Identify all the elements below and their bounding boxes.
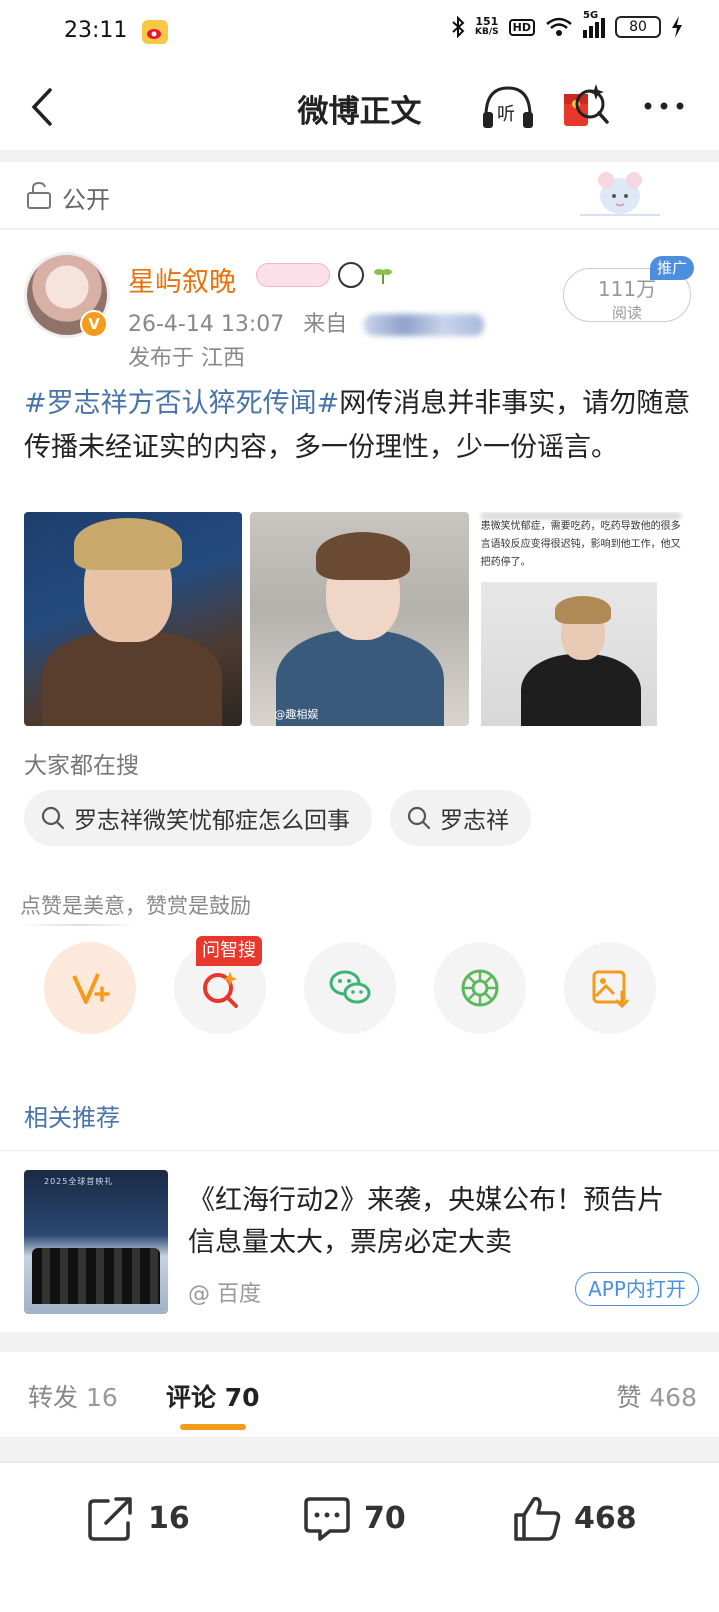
ask-search-icon <box>203 972 238 1008</box>
signal-icon: 5G <box>583 10 605 38</box>
bottom-action-bar: 16 70 468 <box>0 1462 719 1612</box>
comment-count: 70 <box>364 1500 406 1536</box>
post-meta: 26-4-14 13:07 来自 <box>128 306 485 338</box>
listen-icon[interactable]: 听 <box>480 82 536 132</box>
signal-label: 5G <box>583 10 599 21</box>
post-card: V 星屿叙晚 26-4-14 13:07 来自 发布于 江西 111万 阅读 推… <box>0 230 719 1090</box>
open-in-app-button[interactable]: APP内打开 <box>575 1272 699 1306</box>
image-article-text: 患微笑忧郁症，需要吃药，吃药导致他的很多言语较反应变得很迟钝，影响到他工作，他又… <box>480 521 681 568</box>
tab-count: 70 <box>224 1383 260 1412</box>
reward-label: 点赞是美意，赞赏是鼓励 <box>20 894 251 918</box>
net-speed: 151 KB/S <box>475 16 499 38</box>
related-headline[interactable]: 《红海行动2》来袭，央媒公布！预告片信息量太大，票房必定大卖 <box>188 1180 688 1264</box>
panda-badge-icon[interactable] <box>338 262 364 288</box>
verified-v-icon: V <box>80 310 108 338</box>
status-time: 23:11 <box>64 18 128 43</box>
promo-badge[interactable]: 推广 <box>650 256 694 280</box>
tab-label: 赞 <box>616 1383 642 1412</box>
repost-count: 16 <box>148 1500 190 1536</box>
tab-comments[interactable]: 评论 70 <box>166 1378 260 1414</box>
read-label: 阅读 <box>611 304 642 322</box>
svg-text:听: 听 <box>497 104 515 125</box>
divider <box>0 1150 719 1151</box>
search-icon <box>41 806 65 830</box>
thumbs-up-icon <box>514 1496 561 1541</box>
nav-bar: 微博正文 听 <box>0 64 719 150</box>
related-section: 相关推荐 2025全球首映礼 《红海行动2》来袭，央媒公布！预告片信息量太大，票… <box>0 1080 719 1332</box>
hot-search-chip[interactable]: 罗志祥微笑忧郁症怎么回事 <box>24 790 372 846</box>
more-icon[interactable] <box>640 86 688 126</box>
interaction-tabs: 转发 16 评论 70 赞 468 <box>0 1352 719 1438</box>
mascot-sticker-icon <box>580 172 660 216</box>
visibility-bar: 公开 <box>0 162 719 228</box>
save-image-button[interactable] <box>564 942 656 1034</box>
hd-badge: HD <box>508 18 535 36</box>
visibility-label: 公开 <box>62 186 110 214</box>
active-tab-indicator <box>180 1424 246 1430</box>
image-watermark: @趣相娱 <box>274 708 319 721</box>
post-image-3[interactable]: 患微笑忧郁症，需要吃药，吃药导致他的很多言语较反应变得很迟钝，影响到他工作，他又… <box>476 512 695 726</box>
divider <box>0 1437 719 1438</box>
author-name[interactable]: 星屿叙晚 <box>128 260 236 299</box>
search-icon <box>407 806 431 830</box>
tab-label: 转发 <box>28 1383 79 1412</box>
wechat-icon <box>329 970 371 1004</box>
red-packet-search-icon[interactable] <box>560 80 612 134</box>
comment-icon <box>304 1497 350 1541</box>
wechat-share-button[interactable] <box>304 942 396 1034</box>
hot-search-chip[interactable]: 罗志祥 <box>390 790 531 846</box>
sprout-badge-icon[interactable] <box>372 264 394 286</box>
repost-icon <box>88 1497 132 1541</box>
tab-likes[interactable]: 赞 468 <box>616 1378 697 1414</box>
hot-search-chips: 罗志祥微笑忧郁症怎么回事 罗志祥 <box>24 790 531 846</box>
avatar[interactable]: V <box>24 252 110 338</box>
moments-icon <box>461 969 499 1007</box>
hot-search-label: 大家都在搜 <box>24 753 139 779</box>
save-image-icon <box>592 970 629 1009</box>
like-count: 468 <box>574 1500 637 1536</box>
repost-button[interactable]: 16 <box>86 1493 190 1543</box>
ask-search-button[interactable]: 问智搜 <box>174 936 266 1034</box>
related-heading: 相关推荐 <box>24 1104 120 1132</box>
status-bar: 23:11 151 KB/S HD 5G 80 <box>0 0 719 64</box>
net-speed-value: 151 <box>475 15 499 28</box>
related-thumbnail[interactable]: 2025全球首映礼 <box>24 1170 168 1314</box>
charging-icon <box>672 16 682 38</box>
post-body: #罗志祥方否认猝死传闻#网传消息并非事实，请勿随意传播未经证实的内容，多一份理性… <box>24 382 700 470</box>
reward-divider <box>20 924 138 926</box>
tab-label: 评论 <box>166 1383 217 1412</box>
wifi-icon <box>546 17 572 36</box>
share-actions: 问智搜 <box>44 936 656 1034</box>
chip-label: 罗志祥 <box>440 808 509 834</box>
author-badges <box>256 262 394 288</box>
post-image-2[interactable]: @趣相娱 <box>250 512 469 726</box>
image-grid: @趣相娱 患微笑忧郁症，需要吃药，吃药导致他的很多言语较反应变得很迟钝，影响到他… <box>24 512 695 726</box>
tab-count: 16 <box>85 1383 118 1412</box>
status-icons: 151 KB/S HD 5G 80 <box>451 10 683 38</box>
ask-search-tag: 问智搜 <box>196 936 262 966</box>
reward-v-plus-icon <box>72 973 110 1004</box>
reward-button[interactable] <box>44 942 136 1034</box>
tab-reposts[interactable]: 转发 16 <box>28 1378 118 1414</box>
source-blurred <box>364 314 485 336</box>
source-prefix: 来自 <box>303 312 348 337</box>
thumbnail-text: 2025全球首映礼 <box>44 1177 114 1186</box>
moments-share-button[interactable] <box>434 942 526 1034</box>
weibo-icon <box>142 20 168 44</box>
post-location: 发布于 江西 <box>128 346 245 371</box>
hashtag-link[interactable]: #罗志祥方否认猝死传闻# <box>24 388 339 419</box>
unlock-icon <box>27 181 51 209</box>
bluetooth-icon <box>452 16 465 38</box>
fan-badge-icon[interactable] <box>256 263 330 287</box>
net-speed-unit: KB/S <box>475 27 499 37</box>
post-image-1[interactable] <box>24 512 243 726</box>
battery-icon: 80 <box>615 16 661 38</box>
post-time: 26-4-14 13:07 <box>128 312 285 337</box>
chip-label: 罗志祥微笑忧郁症怎么回事 <box>74 808 350 834</box>
comment-button[interactable]: 70 <box>302 1493 406 1543</box>
related-source: @ 百度 <box>188 1282 261 1307</box>
like-button[interactable]: 468 <box>512 1493 637 1543</box>
tab-count: 468 <box>649 1383 697 1412</box>
